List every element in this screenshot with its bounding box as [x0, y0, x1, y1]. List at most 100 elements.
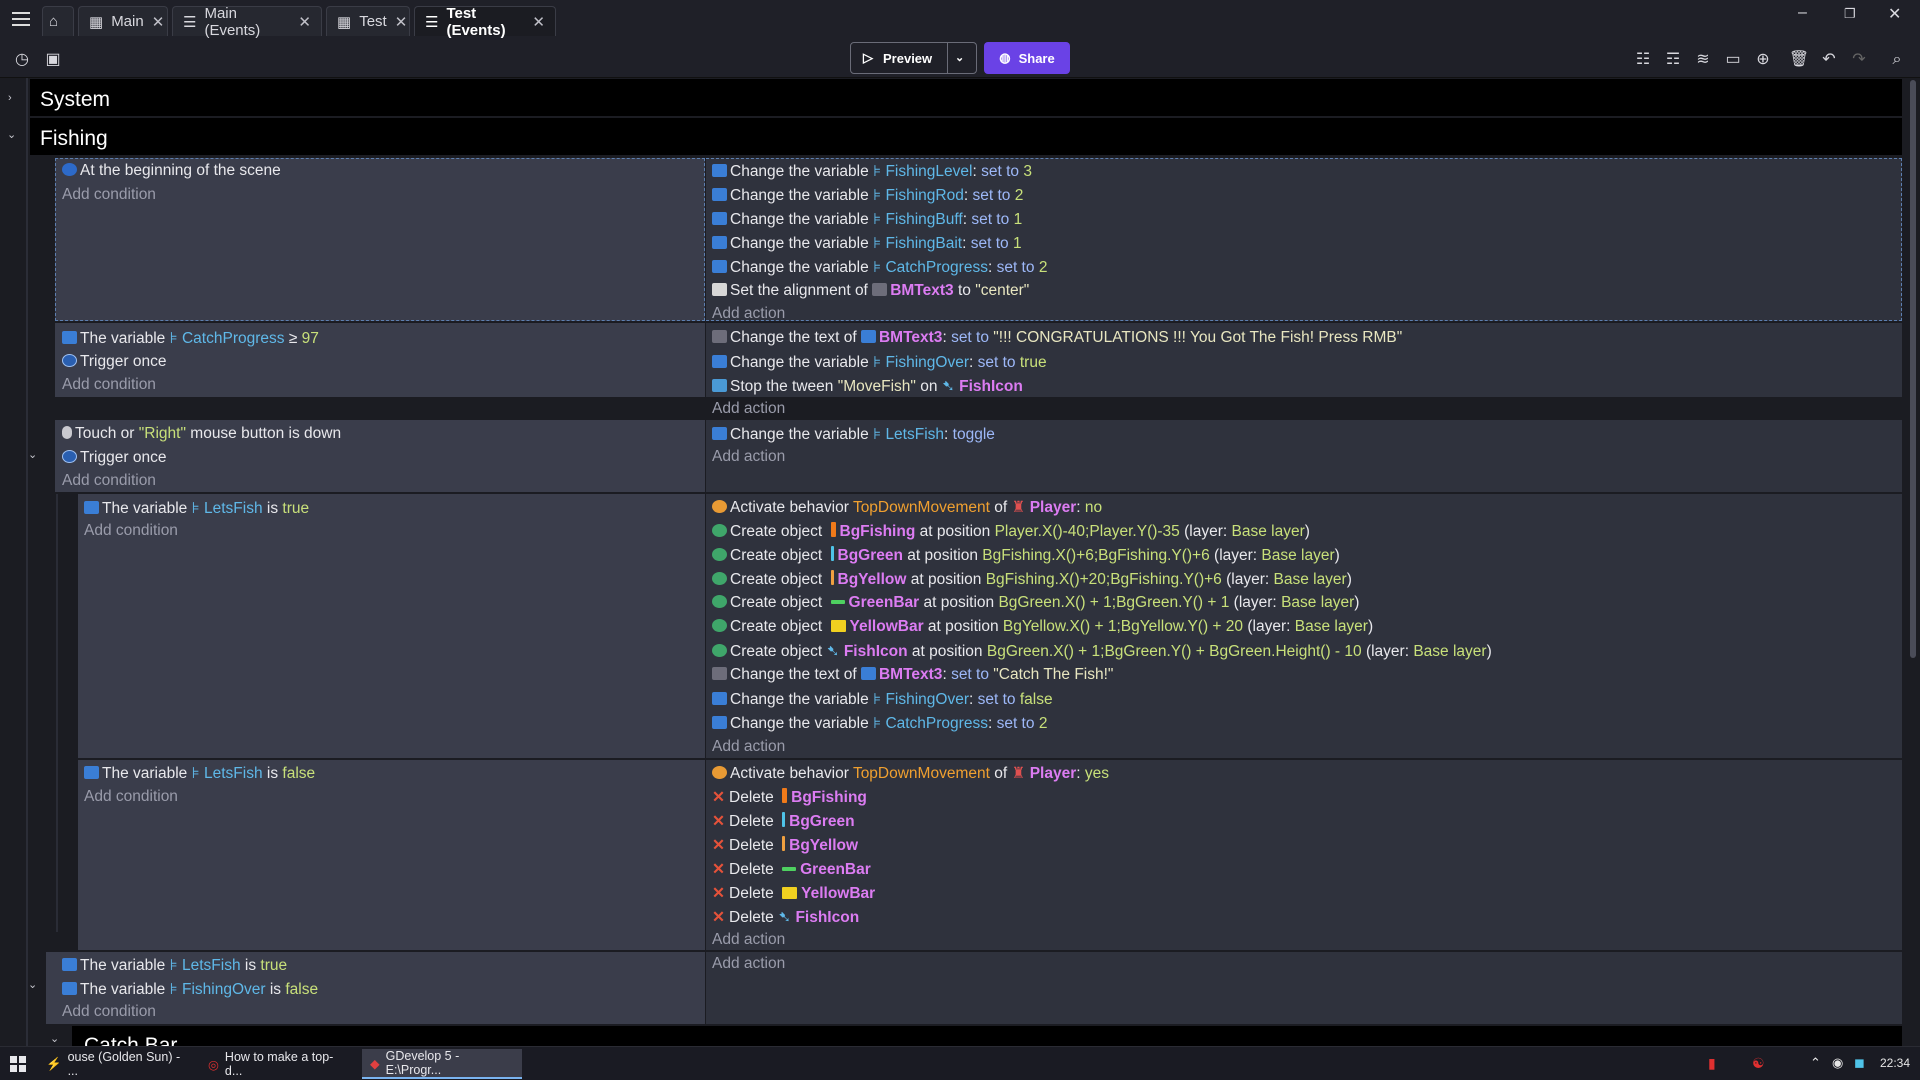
- condition[interactable]: The variable ⊧ FishingOver is false: [62, 980, 318, 999]
- group-system[interactable]: System: [30, 79, 1902, 116]
- action[interactable]: ✕ Delete BgFishing: [712, 788, 867, 807]
- mouse-icon: [62, 426, 72, 439]
- delete-icon[interactable]: 🗑: [1788, 50, 1810, 70]
- add-event-icon[interactable]: ☷: [1632, 50, 1654, 70]
- add-comment-icon[interactable]: ▭: [1722, 50, 1744, 70]
- condition[interactable]: The variable ⊧ LetsFish is true: [84, 499, 309, 518]
- event-conditions[interactable]: [55, 158, 705, 321]
- action[interactable]: Change the variable ⊧ LetsFish: toggle: [712, 425, 995, 444]
- save-icon[interactable]: ▣: [42, 50, 64, 70]
- taskbar-item-music[interactable]: ⚡ ouse (Golden Sun) - ...: [38, 1049, 194, 1079]
- action[interactable]: Change the text of BMText3: set to "Catc…: [712, 666, 1113, 684]
- redo-icon[interactable]: ↷: [1848, 50, 1870, 70]
- add-condition-link[interactable]: Add condition: [84, 788, 178, 806]
- action[interactable]: ✕ Delete BgYellow: [712, 836, 858, 855]
- condition[interactable]: Trigger once: [62, 353, 166, 371]
- action[interactable]: Activate behavior TopDownMovement of ♜ P…: [712, 764, 1109, 783]
- add-action-link[interactable]: Add action: [712, 448, 785, 466]
- window-close-icon[interactable]: ✕: [1888, 4, 1901, 24]
- condition[interactable]: The variable ⊧ CatchProgress ≥ 97: [62, 329, 319, 348]
- tab-main-events[interactable]: ☰ Main (Events) ✕: [172, 5, 322, 39]
- add-action-link[interactable]: Add action: [712, 400, 785, 418]
- home-tab[interactable]: ⌂: [42, 6, 74, 36]
- action[interactable]: Change the variable ⊧ FishingOver: set t…: [712, 353, 1047, 372]
- tab-test[interactable]: ▦ Test ✕: [326, 6, 410, 36]
- add-subevent-icon[interactable]: ☶: [1662, 50, 1684, 70]
- action[interactable]: Change the variable ⊧ FishingLevel: set …: [712, 162, 1032, 181]
- action[interactable]: ✕ Delete YellowBar: [712, 884, 875, 903]
- condition[interactable]: Trigger once: [62, 449, 166, 467]
- taskbar-item-gdevelop[interactable]: ◆ GDevelop 5 - E:\Progr...: [362, 1049, 522, 1079]
- event-actions[interactable]: [706, 760, 1902, 950]
- action[interactable]: Create object BgGreen at position BgFish…: [712, 546, 1340, 565]
- action[interactable]: ✕ Delete GreenBar: [712, 860, 871, 879]
- hamburger-menu-icon[interactable]: [12, 12, 30, 26]
- close-icon[interactable]: ✕: [395, 13, 408, 31]
- add-action-link[interactable]: Add action: [712, 305, 785, 323]
- condition[interactable]: At the beginning of the scene: [62, 162, 281, 180]
- gamepad-icon[interactable]: ◉: [1832, 1055, 1843, 1071]
- restore-icon[interactable]: ❐: [1844, 6, 1856, 22]
- undo-icon[interactable]: ↶: [1818, 50, 1840, 70]
- add-action-link[interactable]: Add action: [712, 955, 785, 973]
- clock[interactable]: 22:34: [1880, 1056, 1910, 1070]
- action[interactable]: Change the variable ⊧ FishingBuff: set t…: [712, 210, 1022, 229]
- group-fishing[interactable]: Fishing: [30, 118, 1902, 155]
- action[interactable]: Set the alignment of BMText3 to "center": [712, 282, 1029, 300]
- action[interactable]: Change the variable ⊧ FishingBait: set t…: [712, 234, 1022, 253]
- add-condition-link[interactable]: Add condition: [62, 186, 156, 204]
- action[interactable]: Create object GreenBar at position BgGre…: [712, 594, 1359, 612]
- action[interactable]: Create object BgFishing at position Play…: [712, 522, 1310, 541]
- action[interactable]: Create object BgYellow at position BgFis…: [712, 570, 1352, 589]
- chevron-down-icon[interactable]: ⌄: [28, 978, 37, 991]
- action[interactable]: Activate behavior TopDownMovement of ♜ P…: [712, 498, 1102, 517]
- chevron-right-icon[interactable]: ›: [8, 92, 12, 104]
- action[interactable]: ✕ Delete ➷ FishIcon: [712, 908, 859, 927]
- tray-chevron-up-icon[interactable]: ⌃: [1810, 1055, 1821, 1071]
- action[interactable]: Create object ➷ FishIcon at position BgG…: [712, 642, 1492, 661]
- close-icon[interactable]: ✕: [298, 13, 311, 31]
- chevron-down-icon[interactable]: ⌄: [7, 128, 16, 141]
- event-actions[interactable]: [706, 952, 1902, 1024]
- tray-app-icon[interactable]: ▮: [1708, 1055, 1716, 1072]
- windows-start-icon[interactable]: [10, 1056, 26, 1072]
- preview-button[interactable]: ▷ Preview ⌄: [850, 42, 977, 74]
- add-condition-link[interactable]: Add condition: [62, 376, 156, 394]
- scene-start-icon: [62, 163, 77, 176]
- taskbar-item-browser[interactable]: ◎ How to make a top-d...: [200, 1049, 356, 1079]
- add-condition-link[interactable]: Add condition: [62, 1003, 156, 1021]
- player-icon: ♜: [1011, 765, 1026, 782]
- tray-app-icon[interactable]: ☯: [1752, 1055, 1765, 1072]
- history-icon[interactable]: ◷: [11, 50, 33, 70]
- close-icon[interactable]: ✕: [532, 13, 545, 31]
- condition[interactable]: Touch or "Right" mouse button is down: [62, 425, 341, 443]
- search-icon[interactable]: ⌕: [1886, 50, 1908, 70]
- action[interactable]: Change the variable ⊧ FishingOver: set t…: [712, 690, 1053, 709]
- add-condition-link[interactable]: Add condition: [62, 472, 156, 490]
- add-action-link[interactable]: Add action: [712, 738, 785, 756]
- action[interactable]: Change the variable ⊧ CatchProgress: set…: [712, 714, 1047, 733]
- vertical-scrollbar[interactable]: [1910, 80, 1916, 658]
- add-icon[interactable]: ⊕: [1752, 50, 1774, 70]
- add-action-link[interactable]: Add action: [712, 931, 785, 949]
- chevron-down-icon[interactable]: ⌄: [955, 51, 964, 64]
- action[interactable]: Change the variable ⊧ CatchProgress: set…: [712, 258, 1047, 277]
- action[interactable]: Create object YellowBar at position BgYe…: [712, 618, 1373, 636]
- action[interactable]: Change the variable ⊧ FishingRod: set to…: [712, 186, 1023, 205]
- chevron-down-icon[interactable]: ⌄: [50, 1032, 59, 1045]
- close-icon[interactable]: ✕: [152, 13, 165, 31]
- add-other-event-icon[interactable]: ≋: [1692, 50, 1714, 70]
- chevron-down-icon[interactable]: ⌄: [28, 448, 37, 461]
- share-button[interactable]: ◍ Share: [984, 42, 1070, 74]
- steam-icon[interactable]: ◼: [1854, 1055, 1865, 1071]
- add-condition-link[interactable]: Add condition: [84, 522, 178, 540]
- condition[interactable]: The variable ⊧ LetsFish is false: [84, 764, 315, 783]
- action[interactable]: Stop the tween "MoveFish" on ➷ FishIcon: [712, 377, 1023, 396]
- tab-main[interactable]: ▦ Main ✕: [78, 6, 168, 36]
- minimize-icon[interactable]: –: [1798, 4, 1807, 22]
- group-catch-bar[interactable]: Catch Bar: [72, 1026, 1902, 1046]
- action[interactable]: Change the text of BMText3: set to "!!! …: [712, 329, 1402, 347]
- condition[interactable]: The variable ⊧ LetsFish is true: [62, 956, 287, 975]
- action[interactable]: ✕ Delete BgGreen: [712, 812, 855, 831]
- tab-test-events[interactable]: ☰ Test (Events) ✕: [414, 5, 556, 39]
